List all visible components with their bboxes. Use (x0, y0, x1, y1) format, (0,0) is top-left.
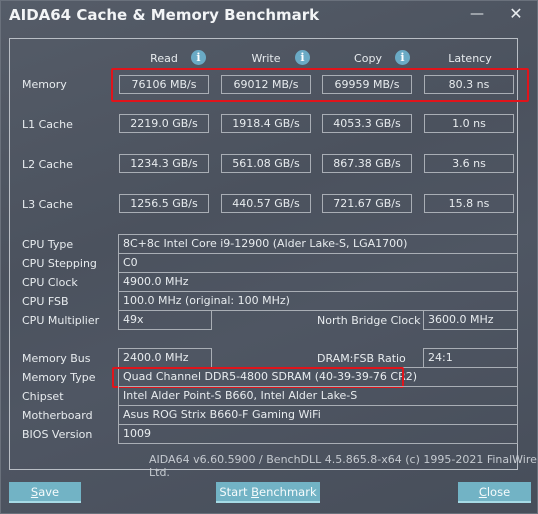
cpu-stepping-label: CPU Stepping (22, 257, 97, 270)
memory-bus-label: Memory Bus (22, 352, 91, 365)
close-label-post: lose (486, 485, 511, 499)
close-icon[interactable]: ✕ (504, 4, 528, 24)
start-benchmark-button[interactable]: Start Benchmark (216, 482, 320, 503)
minimize-icon[interactable]: — (465, 4, 489, 24)
column-header-latency: Latency (448, 52, 492, 65)
l1-latency-value: 1.0 ns (424, 114, 514, 133)
version-footer: AIDA64 v6.60.5900 / BenchDLL 4.5.865.8-x… (149, 453, 537, 479)
cpu-fsb-label: CPU FSB (22, 295, 69, 308)
memory-write-value: 69012 MB/s (221, 75, 311, 94)
write-info-icon[interactable]: i (295, 50, 310, 65)
row-label: Memory (22, 78, 67, 91)
l2-latency-value: 3.6 ns (424, 154, 514, 173)
close-accel: C (478, 485, 487, 499)
row-label: L1 Cache (22, 118, 73, 131)
dram-fsb-ratio-label: DRAM:FSB Ratio (317, 352, 406, 365)
memory-type-highlight (112, 367, 404, 388)
start-label-post: enchmark (259, 485, 317, 499)
save-button[interactable]: Save (9, 482, 81, 503)
north-bridge-clock-label: North Bridge Clock (317, 314, 421, 327)
cpu-clock-value: 4900.0 MHz (118, 272, 518, 292)
l3-read-value: 1256.5 GB/s (119, 194, 209, 213)
cpu-multiplier-label: CPU Multiplier (22, 314, 100, 327)
l1-copy-value: 4053.3 GB/s (322, 114, 412, 133)
window-title: AIDA64 Cache & Memory Benchmark (9, 6, 320, 24)
memory-read-value: 76106 MB/s (119, 75, 209, 94)
l2-read-value: 1234.3 GB/s (119, 154, 209, 173)
l3-write-value: 440.57 GB/s (221, 194, 311, 213)
l1-read-value: 2219.0 GB/s (119, 114, 209, 133)
north-bridge-clock-value: 3600.0 MHz (423, 310, 518, 330)
close-button[interactable]: Close (458, 482, 531, 503)
cpu-type-label: CPU Type (22, 238, 74, 251)
motherboard-value: Asus ROG Strix B660-F Gaming WiFi (118, 405, 518, 425)
l1-write-value: 1918.4 GB/s (221, 114, 311, 133)
memory-type-label: Memory Type (22, 371, 96, 384)
l2-copy-value: 867.38 GB/s (322, 154, 412, 173)
memory-bus-value: 2400.0 MHz (118, 348, 212, 368)
cpu-stepping-value: C0 (118, 253, 518, 273)
copy-info-icon[interactable]: i (395, 50, 410, 65)
cpu-type-value: 8C+8c Intel Core i9-12900 (Alder Lake-S,… (118, 234, 518, 254)
memory-copy-value: 69959 MB/s (322, 75, 412, 94)
row-label: L3 Cache (22, 198, 73, 211)
dram-fsb-ratio-value: 24:1 (423, 348, 518, 368)
l3-latency-value: 15.8 ns (424, 194, 514, 213)
memory-latency-value: 80.3 ns (424, 75, 514, 94)
cpu-multiplier-value: 49x (118, 310, 212, 330)
chipset-value: Intel Alder Point-S B660, Intel Alder La… (118, 386, 518, 406)
l3-copy-value: 721.67 GB/s (322, 194, 412, 213)
bios-version-label: BIOS Version (22, 428, 93, 441)
save-label-post: ave (38, 485, 60, 499)
motherboard-label: Motherboard (22, 409, 93, 422)
read-info-icon[interactable]: i (191, 50, 206, 65)
cpu-fsb-value: 100.0 MHz (original: 100 MHz) (118, 291, 518, 311)
row-label: L2 Cache (22, 158, 73, 171)
start-label-pre: Start (219, 485, 252, 499)
l2-write-value: 561.08 GB/s (221, 154, 311, 173)
chipset-label: Chipset (22, 390, 64, 403)
cpu-clock-label: CPU Clock (22, 276, 78, 289)
start-accel: B (251, 485, 259, 499)
benchmark-window: AIDA64 Cache & Memory Benchmark — ✕ Read… (0, 0, 538, 514)
bios-version-value: 1009 (118, 424, 518, 444)
